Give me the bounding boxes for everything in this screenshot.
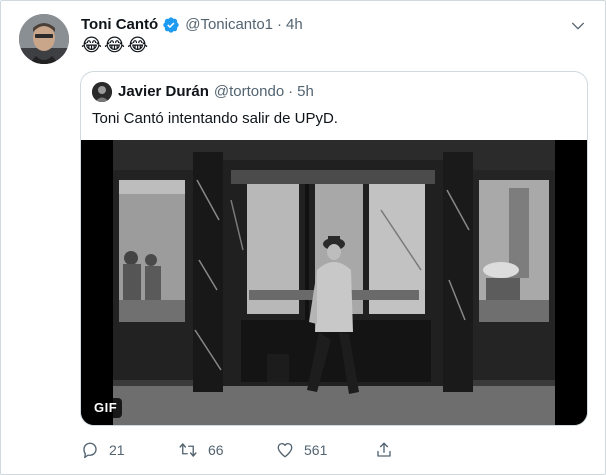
gif-media[interactable]: GIF xyxy=(81,140,587,425)
separator-dot: · xyxy=(288,83,294,100)
reply-button[interactable]: 21 xyxy=(81,441,125,459)
reply-icon xyxy=(81,441,99,459)
tweet-card[interactable]: Toni Cantó @Tonicanto1 · 4h 😂😂😂 Javier D… xyxy=(0,0,606,475)
separator-dot: · xyxy=(277,16,282,33)
quote-header: Javier Durán @tortondo · 5h xyxy=(92,82,314,102)
quote-text: Toni Cantó intentando salir de UPyD. xyxy=(92,110,338,127)
retweet-icon xyxy=(178,441,198,459)
quote-author-handle[interactable]: @tortondo xyxy=(214,83,284,101)
verified-badge-icon xyxy=(162,16,180,34)
gif-badge: GIF xyxy=(89,398,123,418)
chevron-down-icon[interactable] xyxy=(567,15,589,37)
tweet-header: Toni Cantó @Tonicanto1 · 4h xyxy=(81,16,303,34)
share-icon xyxy=(375,441,393,459)
quote-timestamp[interactable]: 5h xyxy=(297,83,314,101)
retweet-button[interactable]: 66 xyxy=(178,441,224,459)
quoted-tweet[interactable]: Javier Durán @tortondo · 5h Toni Cantó i… xyxy=(80,71,588,426)
retweet-count: 66 xyxy=(208,442,224,458)
tweet-timestamp[interactable]: 4h xyxy=(286,16,303,34)
author-handle[interactable]: @Tonicanto1 xyxy=(185,16,273,34)
tweet-text: 😂😂😂 xyxy=(81,35,151,55)
author-avatar[interactable] xyxy=(19,14,69,64)
quote-author-avatar[interactable] xyxy=(92,82,112,102)
quote-author-name[interactable]: Javier Durán xyxy=(118,83,209,101)
tweet-actions: 21 66 561 xyxy=(81,441,401,463)
share-button[interactable] xyxy=(375,441,393,459)
like-button[interactable]: 561 xyxy=(276,441,327,459)
reply-count: 21 xyxy=(109,442,125,458)
like-count: 561 xyxy=(304,442,328,458)
author-name[interactable]: Toni Cantó xyxy=(81,16,158,34)
gif-frame-image xyxy=(81,140,587,425)
heart-icon xyxy=(276,441,294,459)
